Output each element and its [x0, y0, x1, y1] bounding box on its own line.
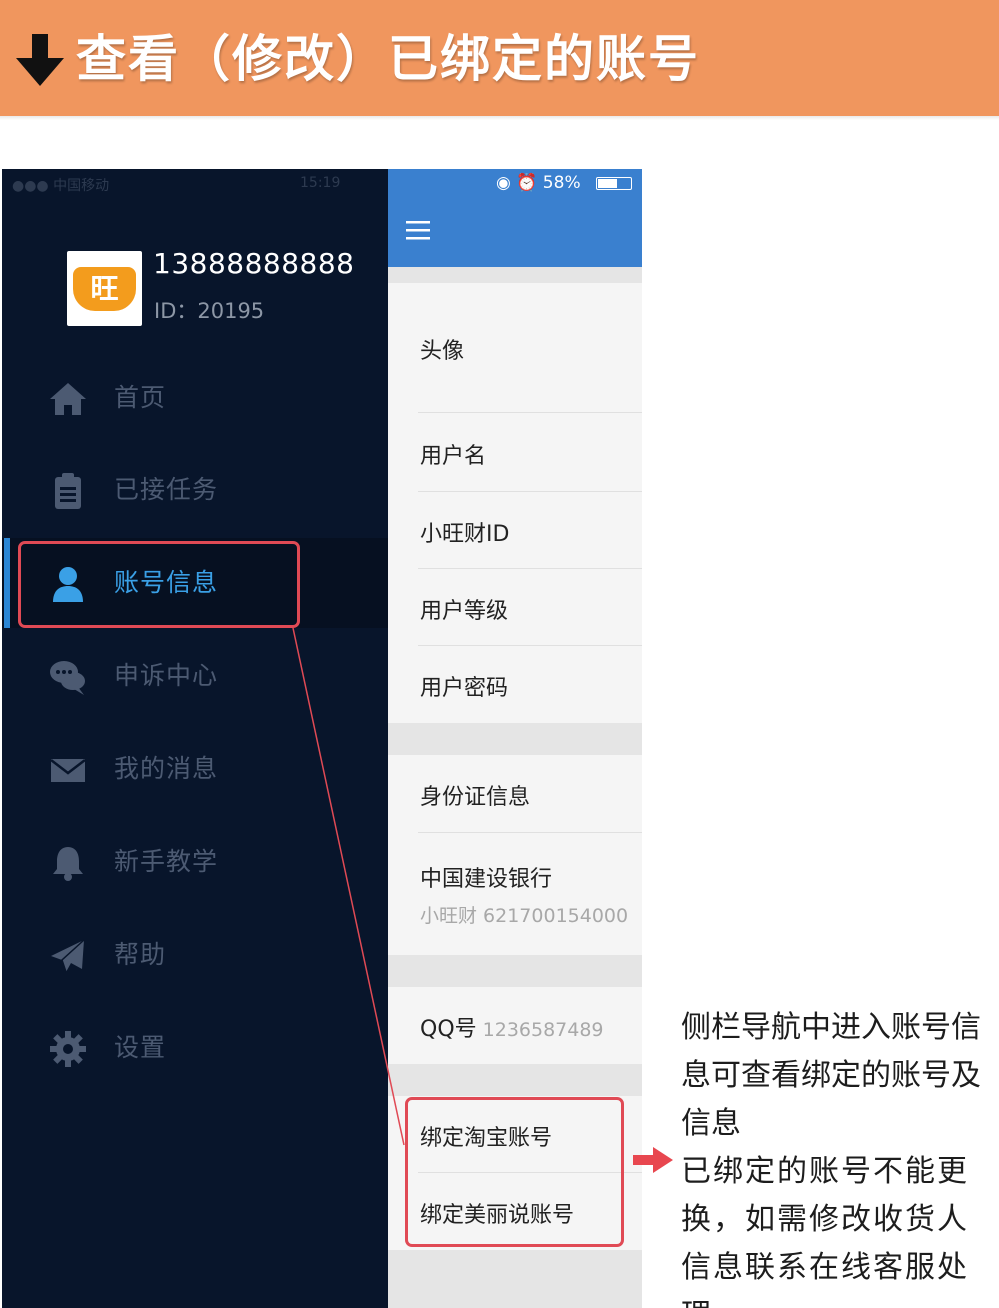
- right-arrow-icon: [633, 1147, 673, 1173]
- note-line-1: 侧栏导航中进入账号信息可查看绑定的账号及信息: [681, 1010, 981, 1141]
- highlight-box-bindings: [405, 1097, 624, 1247]
- note-line-2: 已绑定的账号不能更换，如需修改收货人信息联系在线客服处理。: [681, 1154, 969, 1308]
- tutorial-page: 查看（修改）已绑定的账号 ●●● 中国移动 15:19 旺 1388888888…: [0, 0, 999, 1308]
- annotation-note: 侧栏导航中进入账号信息可查看绑定的账号及信息 已绑定的账号不能更换，如需修改收货…: [681, 1004, 999, 1308]
